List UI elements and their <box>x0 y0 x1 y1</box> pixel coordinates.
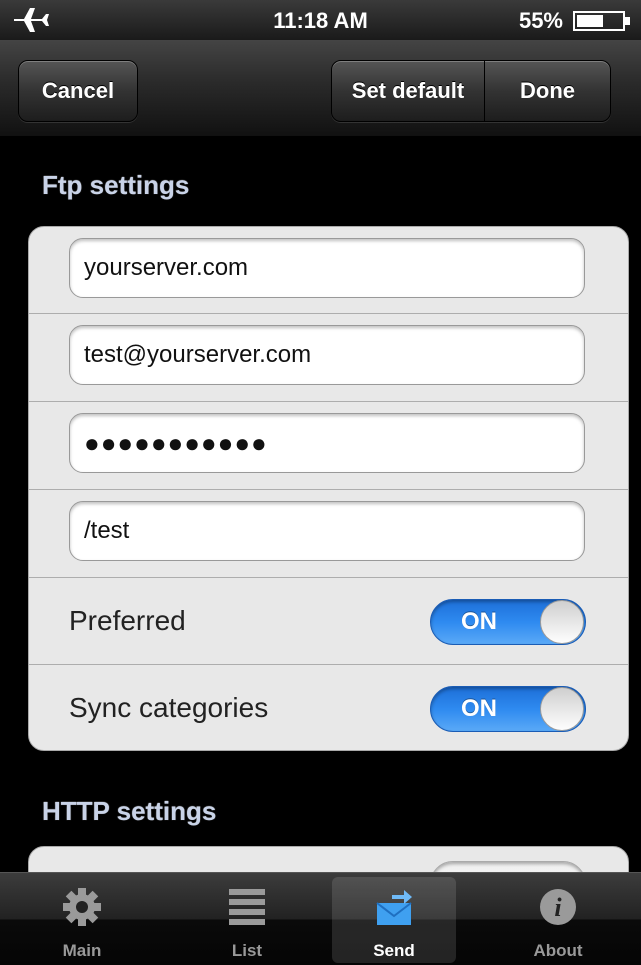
battery-icon <box>573 11 630 31</box>
tab-main-label: Main <box>62 941 102 960</box>
svg-text:i: i <box>554 893 562 922</box>
preferred-toggle-state: ON <box>461 608 497 635</box>
list-icon <box>229 889 265 925</box>
done-button[interactable]: Done <box>485 61 610 121</box>
battery-percentage: 55% <box>518 8 563 33</box>
tab-main[interactable]: Main <box>20 877 144 963</box>
http-section-title: HTTP settings <box>42 796 217 826</box>
server-row: yourserver.com <box>29 227 628 313</box>
navigation-bar: Cancel Set default Done <box>0 40 641 137</box>
password-input[interactable]: ●●●●●●●●●●● <box>69 413 585 473</box>
server-input[interactable]: yourserver.com <box>69 238 585 298</box>
tab-list-label: List <box>231 941 263 960</box>
toggle-knob <box>540 687 584 731</box>
ftp-section-title: Ftp settings <box>42 170 190 200</box>
ftp-settings-group: yourserver.com test@yourserver.com ●●●●●… <box>28 226 629 751</box>
tab-send-label: Send <box>373 941 415 960</box>
path-input[interactable]: /test <box>69 501 585 561</box>
path-row: /test <box>29 489 628 576</box>
cancel-button[interactable]: Cancel <box>18 60 138 122</box>
preferred-row: Preferred ON <box>29 577 628 664</box>
sync-toggle-state: ON <box>461 695 497 722</box>
set-default-button[interactable]: Set default <box>332 61 485 121</box>
tab-list[interactable]: List <box>185 877 309 963</box>
sync-categories-toggle[interactable]: ON <box>430 686 586 732</box>
toggle-knob <box>540 600 584 644</box>
tab-about[interactable]: i About <box>496 877 620 963</box>
tab-bar: Main List Send i About <box>0 872 641 965</box>
send-mail-icon <box>376 890 412 925</box>
info-icon: i <box>540 889 576 925</box>
username-row: test@yourserver.com <box>29 313 628 400</box>
preferred-label: Preferred <box>69 605 186 636</box>
status-bar: 11:18 AM 55% <box>0 0 641 40</box>
action-segmented-control: Set default Done <box>331 60 611 122</box>
tab-about-label: About <box>533 941 583 960</box>
preferred-toggle[interactable]: ON <box>430 599 586 645</box>
tab-send[interactable]: Send <box>332 877 456 963</box>
username-input[interactable]: test@yourserver.com <box>69 325 585 385</box>
gear-icon <box>63 888 101 926</box>
password-row: ●●●●●●●●●●● <box>29 401 628 488</box>
sync-categories-row: Sync categories ON <box>29 664 628 750</box>
sync-categories-label: Sync categories <box>69 692 269 723</box>
